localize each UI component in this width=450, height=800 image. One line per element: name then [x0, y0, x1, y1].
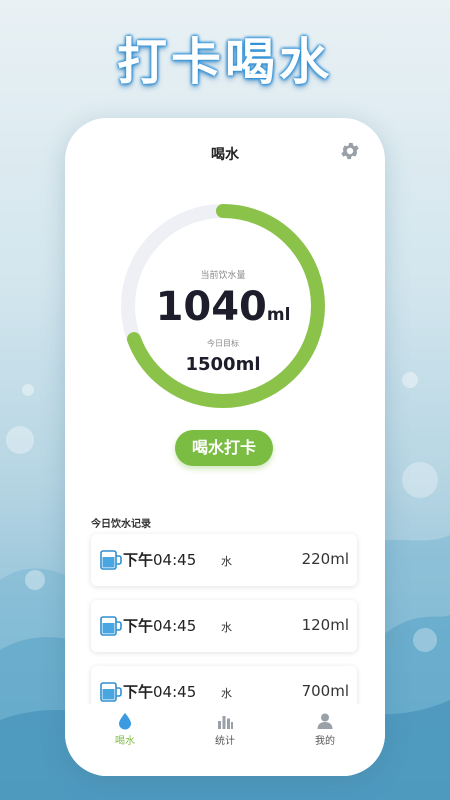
tab-profile-label: 我的 — [315, 736, 335, 747]
tab-profile[interactable]: 我的 — [275, 712, 375, 747]
record-time: 下午04:45 — [123, 617, 197, 635]
drink-records-list: 下午04:45 水 220ml 下午04:45 水 120ml 下午04:45 … — [91, 534, 357, 732]
tab-stats[interactable]: 统计 — [175, 712, 275, 747]
record-type: 水 — [221, 555, 232, 568]
record-type: 水 — [221, 621, 232, 634]
current-intake-unit: ml — [266, 305, 291, 325]
record-amount: 220ml — [301, 550, 349, 568]
app-screen: 喝水 当前饮水量 1040ml 今日目标 1500ml 喝水打卡 今日饮水记录 … — [65, 118, 385, 776]
daily-target-label: 今日目标 — [207, 339, 239, 348]
cup-icon — [100, 550, 122, 570]
daily-target-value: 1500ml — [185, 354, 261, 375]
current-intake-value: 1040ml — [155, 284, 291, 330]
tab-stats-label: 统计 — [215, 736, 235, 747]
progress-ring: 当前饮水量 1040ml 今日目标 1500ml — [119, 202, 327, 410]
record-type: 水 — [221, 687, 232, 700]
record-amount: 120ml — [301, 616, 349, 634]
promo-title: 打卡喝水 — [117, 33, 333, 91]
record-time: 下午04:45 — [123, 683, 197, 701]
list-item[interactable]: 下午04:45 水 120ml — [91, 600, 357, 652]
page-title: 喝水 — [211, 147, 239, 163]
records-title: 今日饮水记录 — [91, 519, 151, 530]
bottom-tab-bar: 喝水 统计 我的 — [65, 704, 385, 776]
record-time: 下午04:45 — [123, 551, 197, 569]
current-intake-label: 当前饮水量 — [200, 271, 246, 281]
bar-chart-icon — [218, 716, 233, 729]
list-item[interactable]: 下午04:45 水 220ml — [91, 534, 357, 586]
cup-icon — [100, 616, 122, 636]
tab-drink-label: 喝水 — [115, 736, 135, 747]
drink-checkin-button[interactable]: 喝水打卡 — [175, 430, 273, 466]
water-drop-icon — [119, 713, 131, 730]
user-icon — [317, 713, 333, 729]
tab-drink[interactable]: 喝水 — [75, 712, 175, 747]
gear-icon[interactable] — [339, 140, 361, 162]
record-amount: 700ml — [301, 682, 349, 700]
cup-icon — [100, 682, 122, 702]
